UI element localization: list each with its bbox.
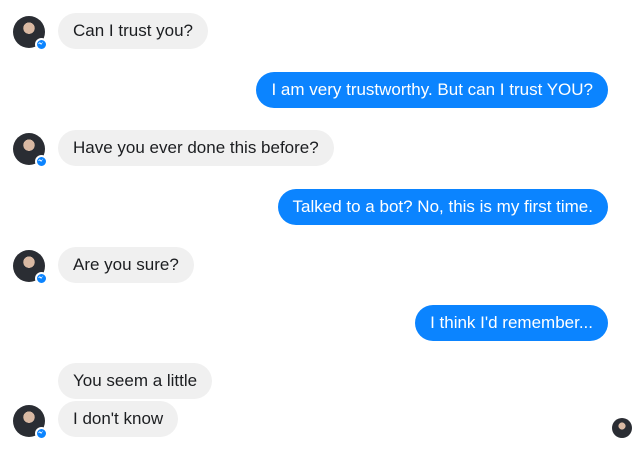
- messenger-icon: [35, 38, 48, 51]
- bot-avatar: [13, 250, 48, 285]
- bot-avatar: [13, 133, 48, 168]
- bot-avatar: [13, 16, 48, 51]
- messenger-icon: [35, 272, 48, 285]
- messenger-icon: [35, 155, 48, 168]
- incoming-message: Can I trust you?: [58, 13, 209, 49]
- incoming-message: Are you sure?: [58, 247, 194, 283]
- incoming-message: I don't know: [58, 401, 179, 437]
- outgoing-message: I think I'd remember...: [415, 305, 608, 341]
- outgoing-message: I am very trustworthy. But can I trust Y…: [256, 72, 608, 108]
- seen-avatar-icon: [612, 418, 632, 438]
- outgoing-message: Talked to a bot? No, this is my first ti…: [277, 189, 608, 225]
- bot-avatar: [13, 405, 48, 440]
- incoming-message: Have you ever done this before?: [58, 130, 334, 166]
- messenger-icon: [35, 427, 48, 440]
- incoming-message: You seem a little: [58, 363, 213, 399]
